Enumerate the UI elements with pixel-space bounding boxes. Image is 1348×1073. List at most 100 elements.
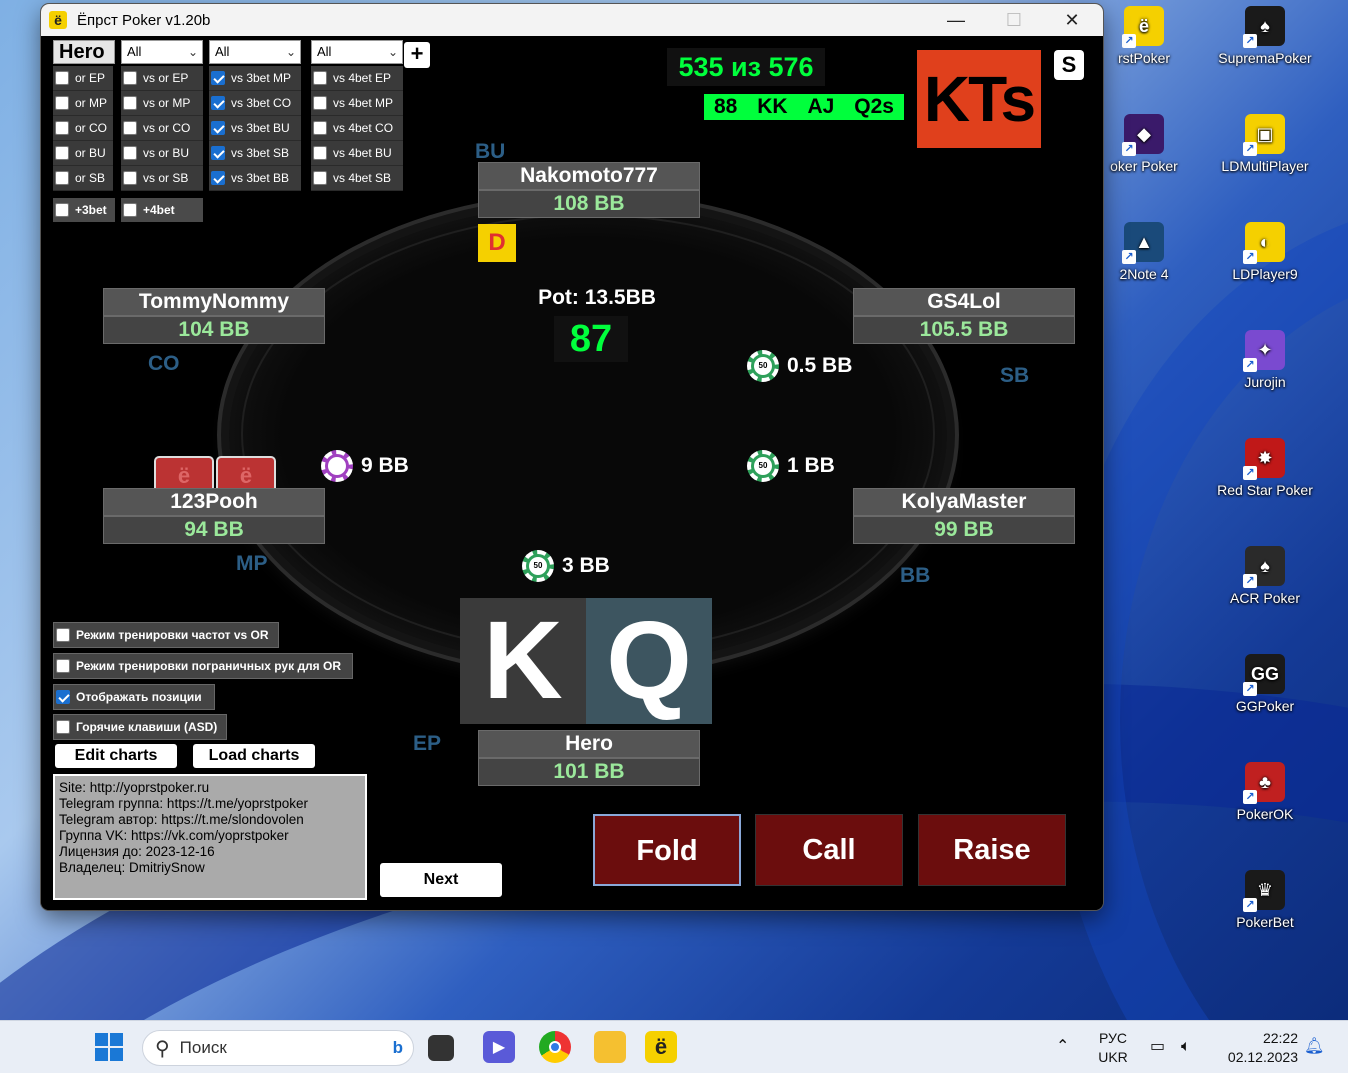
desktop-shortcut[interactable]: ♣ ↗ PokerOK: [1211, 762, 1319, 822]
checkbox[interactable]: [123, 171, 137, 185]
filter-option[interactable]: vs 3bet SB: [209, 141, 301, 166]
checkbox[interactable]: [123, 71, 137, 85]
maximize-button[interactable]: ☐: [985, 4, 1043, 36]
checkbox[interactable]: [123, 203, 137, 217]
chat-icon[interactable]: ▶: [483, 1031, 515, 1063]
app-icon: ♛ ↗: [1243, 870, 1285, 912]
language-indicator[interactable]: РУС UKR: [1093, 1029, 1133, 1067]
app-taskbar-icon[interactable]: ё: [645, 1031, 677, 1063]
checkbox[interactable]: [313, 121, 327, 135]
shortcut-arrow-icon: ↗: [1122, 142, 1136, 156]
notification-bell-icon[interactable]: 🔔︎: [1304, 1037, 1324, 1056]
checkbox[interactable]: [55, 171, 69, 185]
plus-4bet-option[interactable]: +4bet: [121, 198, 203, 222]
checkbox[interactable]: [56, 690, 70, 704]
training-option[interactable]: Режим тренировки пограничных рук для OR: [53, 653, 353, 679]
desktop-shortcut[interactable]: ▲ ↗ 2Note 4: [1090, 222, 1198, 282]
raise-button[interactable]: Raise: [918, 814, 1066, 886]
filter-option[interactable]: or SB: [53, 166, 113, 191]
task-view-icon[interactable]: [428, 1035, 454, 1061]
clock[interactable]: 22:22 02.12.2023: [1218, 1029, 1298, 1067]
add-filter-button[interactable]: +: [404, 42, 430, 68]
filter-option[interactable]: vs 3bet CO: [209, 91, 301, 116]
filter-option[interactable]: vs 4bet MP: [311, 91, 403, 116]
checkbox[interactable]: [55, 121, 69, 135]
taskbar-search[interactable]: ⚲ Поиск b: [142, 1030, 414, 1066]
load-charts-button[interactable]: Load charts: [193, 744, 315, 768]
training-option[interactable]: Режим тренировки частот vs OR: [53, 622, 279, 648]
desktop-shortcut[interactable]: ♠ ↗ ACR Poker: [1211, 546, 1319, 606]
settings-s-button[interactable]: S: [1054, 50, 1084, 80]
close-button[interactable]: ✕: [1043, 4, 1101, 36]
filter-dropdown-1[interactable]: All ⌄: [121, 40, 203, 64]
chevron-down-icon: ⌄: [187, 45, 198, 59]
desktop-shortcut[interactable]: ✦ ↗ Jurojin: [1211, 330, 1319, 390]
checkbox[interactable]: [56, 628, 70, 642]
filter-option[interactable]: or EP: [53, 66, 113, 91]
filter-option[interactable]: vs 4bet EP: [311, 66, 403, 91]
filter-option[interactable]: or CO: [53, 116, 113, 141]
option-label: vs 4bet BU: [333, 146, 392, 160]
seat-right-bottom: KolyaMaster 99 BB: [853, 488, 1075, 544]
desktop-shortcut[interactable]: ◆ ↗ oker Poker: [1090, 114, 1198, 174]
checkbox[interactable]: [55, 203, 69, 217]
plus-3bet-option[interactable]: +3bet: [53, 198, 115, 222]
desktop-shortcut[interactable]: ✸ ↗ Red Star Poker: [1211, 438, 1319, 498]
filter-option[interactable]: vs or SB: [121, 166, 203, 191]
fold-button[interactable]: Fold: [593, 814, 741, 886]
checkbox[interactable]: [313, 146, 327, 160]
checkbox[interactable]: [55, 146, 69, 160]
desktop-shortcut[interactable]: ▣ ↗ LDMultiPlayer: [1211, 114, 1319, 174]
filter-option[interactable]: vs 3bet MP: [209, 66, 301, 91]
checkbox[interactable]: [313, 71, 327, 85]
desktop-shortcut[interactable]: ё ↗ rstPoker: [1090, 6, 1198, 66]
checkbox[interactable]: [55, 71, 69, 85]
checkbox[interactable]: [56, 720, 70, 734]
filter-option[interactable]: vs 3bet BU: [209, 116, 301, 141]
edit-charts-button[interactable]: Edit charts: [55, 744, 177, 768]
checkbox[interactable]: [211, 121, 225, 135]
chrome-icon[interactable]: [539, 1031, 571, 1063]
minimize-button[interactable]: —: [927, 4, 985, 36]
start-button[interactable]: [93, 1031, 125, 1063]
info-line: Telegram автор: https://t.me/slondovolen: [59, 812, 304, 827]
checkbox[interactable]: [56, 659, 70, 673]
filter-option[interactable]: vs 4bet SB: [311, 166, 403, 191]
filter-option[interactable]: vs or MP: [121, 91, 203, 116]
checkbox[interactable]: [313, 171, 327, 185]
filter-option[interactable]: vs 3bet BB: [209, 166, 301, 191]
hand-counter: 535 из 576: [667, 48, 825, 86]
filter-option[interactable]: or MP: [53, 91, 113, 116]
checkbox[interactable]: [211, 146, 225, 160]
filter-option[interactable]: vs 4bet CO: [311, 116, 403, 141]
filter-option[interactable]: vs 4bet BU: [311, 141, 403, 166]
desktop-shortcut[interactable]: ◐ ↗ LDPlayer9: [1211, 222, 1319, 282]
next-button[interactable]: Next: [380, 863, 502, 897]
training-option[interactable]: Отображать позиции: [53, 684, 215, 710]
decision-timer: 87: [554, 316, 628, 362]
filter-option[interactable]: vs or BU: [121, 141, 203, 166]
desktop-shortcut[interactable]: ♛ ↗ PokerBet: [1211, 870, 1319, 930]
filter-dropdown-3[interactable]: All ⌄: [311, 40, 403, 64]
checkbox[interactable]: [123, 146, 137, 160]
network-icon[interactable]: ▭: [1150, 1037, 1165, 1056]
filter-dropdown-2[interactable]: All ⌄: [209, 40, 301, 64]
checkbox[interactable]: [123, 121, 137, 135]
filter-option[interactable]: or BU: [53, 141, 113, 166]
checkbox[interactable]: [123, 96, 137, 110]
checkbox[interactable]: [211, 71, 225, 85]
filter-option[interactable]: vs or EP: [121, 66, 203, 91]
desktop-shortcut[interactable]: GG ↗ GGPoker: [1211, 654, 1319, 714]
chevron-up-icon[interactable]: ⌃: [1056, 1037, 1069, 1056]
checkbox[interactable]: [313, 96, 327, 110]
volume-icon[interactable]: 🔈︎: [1181, 1037, 1191, 1056]
checkbox[interactable]: [211, 96, 225, 110]
hero-selector[interactable]: Hero: [53, 40, 115, 64]
training-option[interactable]: Горячие клавиши (ASD): [53, 714, 227, 740]
filter-option[interactable]: vs or CO: [121, 116, 203, 141]
call-button[interactable]: Call: [755, 814, 903, 886]
desktop-shortcut[interactable]: ♠ ↗ SupremaPoker: [1211, 6, 1319, 66]
checkbox[interactable]: [55, 96, 69, 110]
checkbox[interactable]: [211, 171, 225, 185]
file-explorer-icon[interactable]: [594, 1031, 626, 1063]
